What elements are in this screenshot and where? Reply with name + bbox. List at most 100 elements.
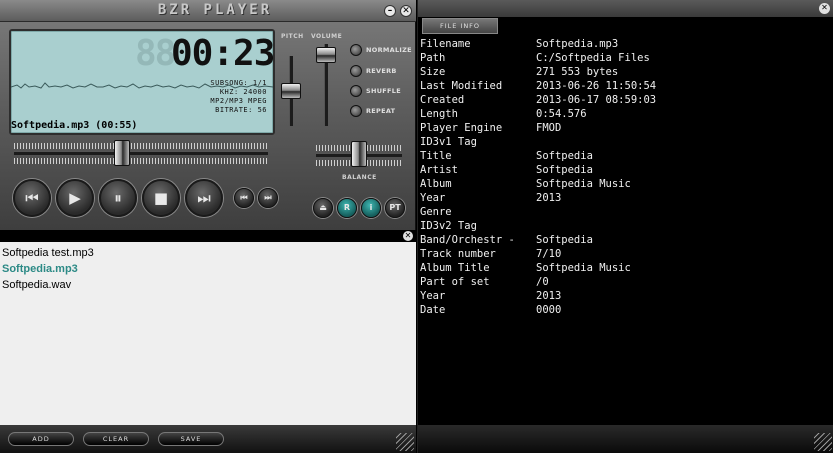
seek-slider-track[interactable]	[14, 151, 268, 155]
file-info-value: C:/Softpedia Files	[536, 52, 650, 64]
normalize-indicator-icon	[350, 44, 362, 56]
file-info-key: Band/Orchestr -	[420, 234, 515, 246]
repeat-label: REPEAT	[366, 107, 396, 115]
file-info-value: Softpedia.mp3	[536, 38, 619, 50]
file-info-value: 2013-06-17 08:59:03	[536, 94, 657, 106]
lcd-time-ghost: 88	[135, 33, 176, 74]
file-info-key: Album Title	[420, 262, 490, 274]
file-info-value: 0000	[536, 304, 562, 316]
file-info-key: Title	[420, 150, 452, 162]
file-info-key: Date	[420, 304, 446, 316]
file-info-key: Created	[420, 94, 465, 106]
file-info-key: Path	[420, 52, 446, 64]
shuffle-label: SHUFFLE	[366, 87, 401, 95]
file-info-key: Part of set	[420, 276, 490, 288]
close-button[interactable]: ✕	[400, 5, 412, 17]
file-info-value: 2013	[536, 290, 562, 302]
clear-button[interactable]: CLEAR	[83, 432, 149, 446]
file-info-panel: ✕ FILE INFO Filename Softpedia.mp3 Path C:/…	[417, 0, 833, 453]
reverb-indicator-icon	[350, 65, 362, 77]
seek-forward-button[interactable]: ⏭	[258, 188, 278, 208]
playlist-item[interactable]: Softpedia test.mp3	[2, 247, 94, 259]
shuffle-toggle[interactable]: SHUFFLE	[350, 84, 416, 98]
reverb-label: REVERB	[366, 67, 397, 75]
file-info-value: Softpedia Music	[536, 262, 631, 274]
file-info-value: FMOD	[536, 122, 562, 134]
file-info-titlebar[interactable]: ✕	[418, 0, 833, 17]
minimize-button[interactable]: –	[384, 5, 396, 17]
pitch-label: PITCH	[281, 33, 304, 40]
lcd-time: 00:23	[171, 33, 275, 74]
playlist-item-active[interactable]: Softpedia.mp3	[2, 263, 78, 275]
playlist: Softpedia test.mp3 Softpedia.mp3 Softped…	[0, 242, 416, 425]
file-info-key: Player Engine	[420, 122, 503, 134]
volume-slider-thumb[interactable]	[316, 47, 336, 64]
add-button[interactable]: ADD	[8, 432, 74, 446]
file-info-key: Last Modified	[420, 80, 503, 92]
pt-button[interactable]: PT	[385, 198, 405, 218]
file-info-key: Track number	[420, 248, 496, 260]
file-info-value: Softpedia	[536, 164, 593, 176]
seek-ticks	[14, 143, 268, 149]
normalize-label: NORMALIZE	[366, 46, 412, 54]
lcd-track-title: Softpedia.mp3 (00:55)	[11, 120, 138, 131]
file-info-key: Year	[420, 290, 446, 302]
file-info-key: Artist	[420, 164, 458, 176]
info-button[interactable]: i	[361, 198, 381, 218]
file-info-key: Size	[420, 66, 446, 78]
file-info-value: Softpedia	[536, 234, 593, 246]
lcd-format: MP2/MP3 MPEG	[210, 97, 267, 105]
file-info-value: 0:54.576	[536, 108, 587, 120]
file-info-value: 2013-06-26 11:50:54	[536, 80, 657, 92]
file-info-key: Length	[420, 108, 458, 120]
play-button[interactable]: ▶	[56, 179, 94, 217]
reverb-toggle[interactable]: REVERB	[350, 64, 416, 78]
file-info-value: 7/10	[536, 248, 562, 260]
seek-ticks-bottom	[14, 158, 268, 164]
file-info-value: 271 553 bytes	[536, 66, 619, 78]
file-info-value: 2013	[536, 192, 562, 204]
resize-grip-icon[interactable]	[396, 433, 414, 451]
normalize-toggle[interactable]: NORMALIZE	[350, 43, 416, 57]
player-titlebar[interactable]: BZR PLAYER – ✕	[0, 0, 416, 22]
resize-grip-icon[interactable]	[814, 433, 832, 451]
file-info-key: Album	[420, 178, 452, 190]
file-info-footer	[418, 425, 833, 453]
file-info-key: Genre	[420, 206, 452, 218]
file-info-value: Softpedia Music	[536, 178, 631, 190]
tab-file-info[interactable]: FILE INFO	[422, 18, 498, 34]
lcd-khz: KHZ: 24000	[219, 88, 267, 96]
app-title: BZR PLAYER	[157, 2, 273, 18]
playlist-header: ✕	[0, 230, 416, 242]
player-panel: BZR PLAYER – ✕ 88 00:23 SUBSONG: 1/1 KHZ…	[0, 0, 416, 230]
next-button[interactable]: ⏭	[185, 179, 223, 217]
file-info-key: ID3v1 Tag	[420, 136, 477, 148]
balance-slider-thumb[interactable]	[351, 141, 367, 167]
pause-button[interactable]: ⏸	[99, 179, 137, 217]
pitch-slider-thumb[interactable]	[281, 83, 301, 99]
r-button[interactable]: R	[337, 198, 357, 218]
file-info-key: Year	[420, 192, 446, 204]
playlist-item[interactable]: Softpedia.wav	[2, 279, 71, 291]
previous-button[interactable]: ⏮	[13, 179, 51, 217]
file-info-value: Softpedia	[536, 150, 593, 162]
file-info-key: ID3v2 Tag	[420, 220, 477, 232]
lcd-display: 88 00:23 SUBSONG: 1/1 KHZ: 24000 MP2/MP3…	[9, 29, 275, 135]
seek-slider-thumb[interactable]	[113, 140, 130, 166]
file-info-close-button[interactable]: ✕	[819, 3, 830, 14]
eject-button[interactable]: ⏏	[313, 198, 333, 218]
file-info-value: /0	[536, 276, 549, 288]
lcd-subsong: SUBSONG: 1/1	[210, 79, 267, 87]
repeat-toggle[interactable]: REPEAT	[350, 104, 416, 118]
playlist-toolbar: ADD CLEAR SAVE	[0, 425, 416, 453]
file-info-key: Filename	[420, 38, 471, 50]
volume-label: VOLUME	[311, 33, 343, 40]
shuffle-indicator-icon	[350, 85, 362, 97]
save-button[interactable]: SAVE	[158, 432, 224, 446]
repeat-indicator-icon	[350, 105, 362, 117]
seek-back-button[interactable]: ⏮	[234, 188, 254, 208]
playlist-close-button[interactable]: ✕	[403, 231, 413, 241]
balance-label: BALANCE	[342, 174, 377, 181]
stop-button[interactable]: ■	[142, 179, 180, 217]
lcd-bitrate: BITRATE: 56	[215, 106, 267, 114]
